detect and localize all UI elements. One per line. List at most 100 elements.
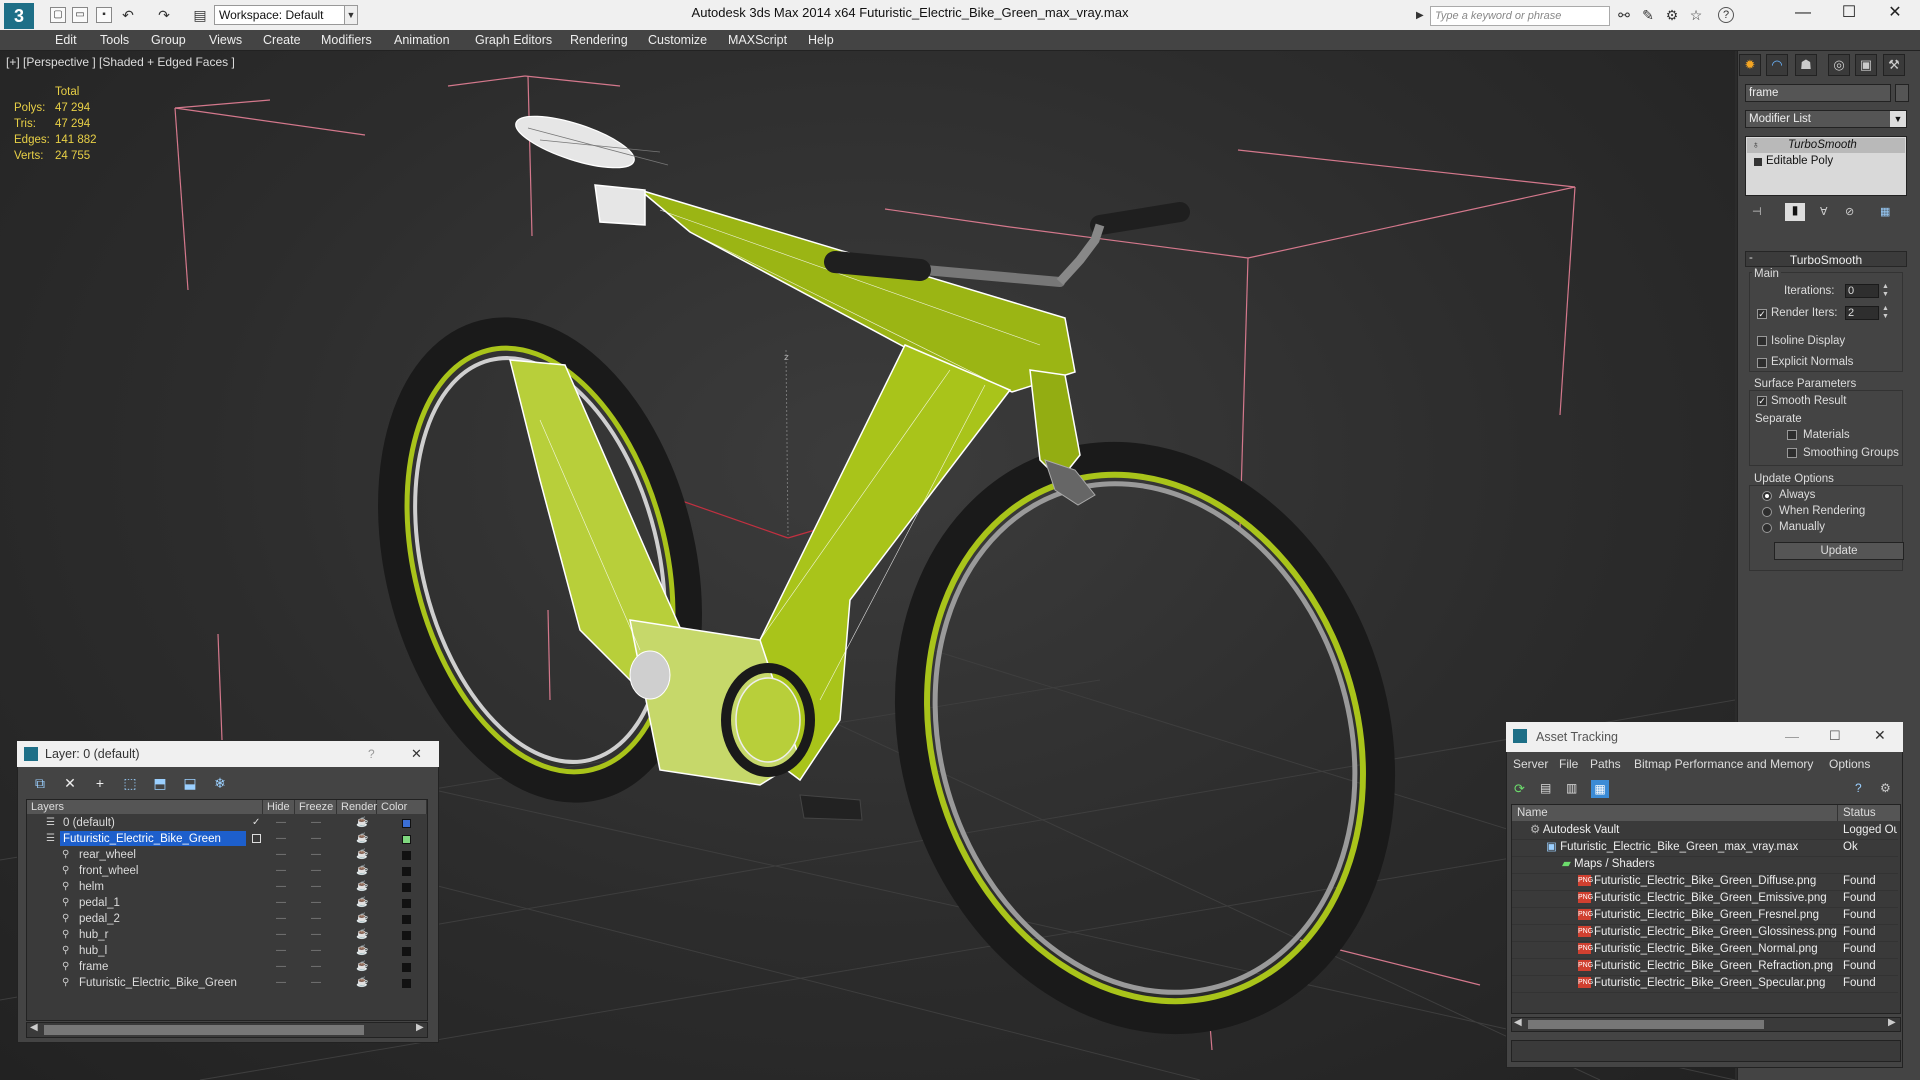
communication-icon[interactable]: ✎: [1640, 7, 1656, 23]
configure-sets-icon[interactable]: ▦: [1880, 205, 1900, 221]
menu-animation[interactable]: Animation: [394, 30, 450, 50]
exchange-icon[interactable]: ⚙: [1664, 7, 1680, 23]
object-name-field[interactable]: frame: [1745, 84, 1891, 102]
update-button[interactable]: Update: [1774, 542, 1904, 560]
asset-tracking-title[interactable]: Asset Tracking: [1506, 722, 1903, 752]
active-layer-check-icon[interactable]: ✓: [252, 818, 261, 828]
manually-radio[interactable]: [1762, 523, 1772, 533]
project-folder-icon[interactable]: ▤: [192, 7, 208, 23]
asset-row[interactable]: PNGFuturistic_Electric_Bike_Green_Glossi…: [1512, 924, 1898, 942]
hide-toggle[interactable]: —: [276, 959, 286, 975]
freeze-toggle[interactable]: —: [311, 895, 321, 911]
hide-all-icon[interactable]: ⬓: [180, 774, 200, 792]
freeze-toggle[interactable]: —: [311, 959, 321, 975]
layer-color-swatch[interactable]: [402, 867, 411, 876]
maximize-button[interactable]: ☐: [1829, 728, 1841, 744]
help-icon[interactable]: ?: [1718, 7, 1734, 23]
render-teapot-icon[interactable]: ☕: [356, 927, 368, 943]
hide-toggle[interactable]: —: [276, 975, 286, 991]
scroll-left-icon[interactable]: ◀: [30, 1022, 38, 1033]
chevron-down-icon[interactable]: ▼: [344, 5, 358, 25]
asset-menu-bitmap-performance[interactable]: Bitmap Performance and Memory: [1634, 756, 1813, 772]
freeze-toggle[interactable]: —: [311, 863, 321, 879]
motion-tab-icon[interactable]: ◎: [1828, 54, 1850, 76]
materials-checkbox[interactable]: [1787, 430, 1797, 440]
asset-menu-server[interactable]: Server: [1513, 756, 1548, 772]
isoline-display-checkbox[interactable]: [1757, 336, 1767, 346]
layers-column-header[interactable]: Layers: [27, 800, 263, 814]
spinner-arrows-icon[interactable]: ▲ ▼: [1882, 283, 1890, 299]
display-tab-icon[interactable]: ▣: [1855, 54, 1877, 76]
freeze-toggle[interactable]: —: [311, 927, 321, 943]
highlight-layer-icon[interactable]: ⬒: [150, 774, 170, 792]
freeze-toggle[interactable]: —: [311, 911, 321, 927]
asset-menu-options[interactable]: Options: [1829, 756, 1870, 772]
layer-row[interactable]: ⚲ front_wheel — — ☕: [26, 863, 428, 879]
spinner-arrows-icon[interactable]: ▲ ▼: [1882, 305, 1890, 321]
asset-row[interactable]: PNGFuturistic_Electric_Bike_Green_Refrac…: [1512, 958, 1898, 976]
scroll-right-icon[interactable]: ▶: [1888, 1017, 1896, 1028]
settings-icon[interactable]: ⚙: [1880, 781, 1891, 795]
smooth-result-checkbox[interactable]: ✓: [1757, 396, 1767, 406]
detail-view-icon[interactable]: ▥: [1566, 781, 1582, 797]
hide-toggle[interactable]: —: [276, 831, 286, 847]
help-icon[interactable]: ?: [1855, 781, 1862, 795]
search-input[interactable]: Type a keyword or phrase: [1430, 6, 1610, 26]
redo-icon[interactable]: ↷: [156, 7, 172, 23]
expand-icon[interactable]: [1754, 158, 1762, 166]
asset-row[interactable]: PNGFuturistic_Electric_Bike_Green_Normal…: [1512, 941, 1898, 959]
render-teapot-icon[interactable]: ☕: [356, 895, 368, 911]
render-teapot-icon[interactable]: ☕: [356, 831, 368, 847]
chevron-down-icon[interactable]: ▼: [1890, 111, 1906, 127]
hide-toggle[interactable]: —: [276, 943, 286, 959]
hide-toggle[interactable]: —: [276, 863, 286, 879]
menu-help[interactable]: Help: [808, 30, 834, 50]
asset-row[interactable]: ⚙ Autodesk Vault Logged Ou: [1512, 822, 1898, 840]
stack-item-editable-poly[interactable]: Editable Poly: [1766, 154, 1833, 169]
layer-row[interactable]: ⚲ pedal_2 — — ☕: [26, 911, 428, 927]
layer-row[interactable]: ⚲ hub_r — — ☕: [26, 927, 428, 943]
favorites-star-icon[interactable]: ☆: [1688, 7, 1704, 23]
lightbulb-icon[interactable]: ♁: [1752, 138, 1762, 153]
remove-modifier-icon[interactable]: ⊘: [1845, 205, 1865, 221]
workspace-dropdown[interactable]: Workspace: Default: [214, 5, 354, 25]
freeze-all-icon[interactable]: ❄: [210, 774, 230, 792]
minimize-button[interactable]: —: [1780, 0, 1826, 30]
freeze-toggle[interactable]: —: [311, 815, 321, 831]
freeze-toggle[interactable]: —: [311, 847, 321, 863]
render-teapot-icon[interactable]: ☕: [356, 975, 368, 991]
help-button[interactable]: ?: [368, 747, 375, 761]
layer-color-swatch[interactable]: [402, 947, 411, 956]
hierarchy-tab-icon[interactable]: ☗: [1795, 54, 1817, 76]
asset-path-field[interactable]: [1511, 1040, 1901, 1062]
maximize-button[interactable]: ☐: [1826, 0, 1872, 30]
render-teapot-icon[interactable]: ☕: [356, 815, 368, 831]
iterations-spinner[interactable]: 0: [1845, 284, 1879, 298]
menu-modifiers[interactable]: Modifiers: [321, 30, 372, 50]
layer-color-swatch[interactable]: [402, 819, 411, 828]
menu-views[interactable]: Views: [209, 30, 242, 50]
asset-row[interactable]: PNGFuturistic_Electric_Bike_Green_Specul…: [1512, 975, 1898, 993]
close-button[interactable]: ✕: [411, 746, 422, 762]
layer-color-swatch[interactable]: [402, 899, 411, 908]
utilities-tab-icon[interactable]: ⚒: [1883, 54, 1905, 76]
asset-menu-paths[interactable]: Paths: [1590, 756, 1621, 772]
layer-row[interactable]: ⚲ Futuristic_Electric_Bike_Green — — ☕: [26, 975, 428, 991]
menu-edit[interactable]: Edit: [55, 30, 77, 50]
asset-row[interactable]: ▣ Futuristic_Electric_Bike_Green_max_vra…: [1512, 839, 1898, 857]
freeze-toggle[interactable]: —: [311, 879, 321, 895]
render-teapot-icon[interactable]: ☕: [356, 943, 368, 959]
asset-row[interactable]: PNGFuturistic_Electric_Bike_Green_Diffus…: [1512, 873, 1898, 891]
turbosmooth-rollout-header[interactable]: TurboSmooth: [1745, 251, 1907, 267]
hide-toggle[interactable]: —: [276, 847, 286, 863]
asset-menu-file[interactable]: File: [1559, 756, 1578, 772]
close-button[interactable]: ✕: [1872, 0, 1918, 30]
freeze-toggle[interactable]: —: [311, 943, 321, 959]
asset-row[interactable]: PNGFuturistic_Electric_Bike_Green_Fresne…: [1512, 907, 1898, 925]
layer-color-swatch[interactable]: [402, 963, 411, 972]
smoothing-groups-checkbox[interactable]: [1787, 448, 1797, 458]
scrollbar-thumb[interactable]: [44, 1025, 364, 1035]
menu-maxscript[interactable]: MAXScript: [728, 30, 787, 50]
add-icon[interactable]: +: [90, 774, 110, 792]
scrollbar-thumb[interactable]: [1528, 1020, 1764, 1029]
